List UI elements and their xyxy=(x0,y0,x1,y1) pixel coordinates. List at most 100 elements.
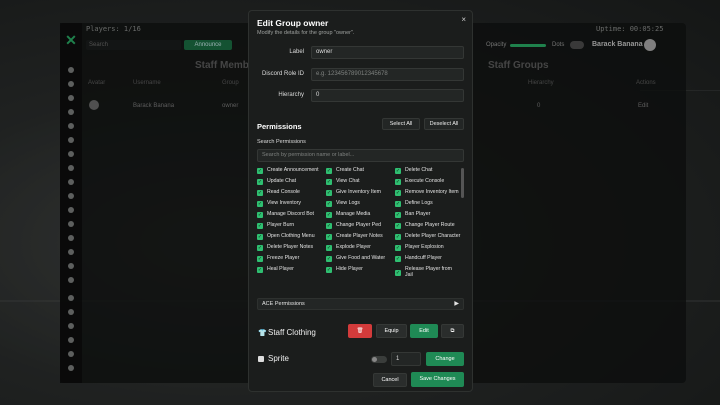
permission-label: Give Inventory Item xyxy=(336,189,381,196)
checkbox-checked-icon[interactable]: ✓ xyxy=(257,245,263,251)
permission-item[interactable]: ✓ Give Food and Water xyxy=(326,256,392,262)
permission-search-input[interactable]: Search by permission name or label... xyxy=(257,149,464,162)
ace-permissions-toggle[interactable]: ACE Permissions ▶ xyxy=(257,298,464,310)
checkbox-checked-icon[interactable]: ✓ xyxy=(395,245,401,251)
delete-clothing-button[interactable]: 🗑 xyxy=(348,324,372,338)
checkbox-checked-icon[interactable]: ✓ xyxy=(395,212,401,218)
permission-item[interactable]: ✓ Give Inventory Item xyxy=(326,190,392,196)
permission-item[interactable]: ✓ View Inventory xyxy=(257,201,323,207)
checkbox-checked-icon[interactable]: ✓ xyxy=(395,179,401,185)
hierarchy-input[interactable]: 0 xyxy=(311,89,464,102)
checkbox-checked-icon[interactable]: ✓ xyxy=(257,179,263,185)
copy-icon: ⧉ xyxy=(450,328,455,334)
checkbox-checked-icon[interactable]: ✓ xyxy=(326,190,332,196)
modal-subtitle: Modify the details for the group "owner"… xyxy=(257,30,355,36)
permission-item[interactable]: ✓ Handcuff Player xyxy=(395,256,461,262)
permission-label: Delete Chat xyxy=(405,167,433,174)
permission-item[interactable]: ✓ Manage Media xyxy=(326,212,392,218)
permission-item[interactable]: ✓ Delete Chat xyxy=(395,168,461,174)
permission-item[interactable]: ✓ Create Announcement xyxy=(257,168,323,174)
permission-item[interactable]: ✓ Heal Player xyxy=(257,267,323,273)
select-all-button[interactable]: Select All xyxy=(382,118,420,130)
permission-item[interactable]: ✓ Explode Player xyxy=(326,245,392,251)
permission-item[interactable]: ✓ Change Player Route xyxy=(395,223,461,229)
permission-label: Delete Player Notes xyxy=(267,244,314,251)
checkbox-checked-icon[interactable]: ✓ xyxy=(395,269,401,276)
copy-clothing-button[interactable]: ⧉ xyxy=(441,324,464,338)
equip-button[interactable]: Equip xyxy=(376,324,407,338)
permission-item[interactable]: ✓ Create Chat xyxy=(326,168,392,174)
checkbox-checked-icon[interactable]: ✓ xyxy=(326,245,332,251)
permission-item[interactable]: ✓ Remove Inventory Item xyxy=(395,190,461,196)
checkbox-checked-icon[interactable]: ✓ xyxy=(395,201,401,207)
save-changes-button[interactable]: Save Changes xyxy=(411,372,464,387)
permission-item[interactable]: ✓ View Chat xyxy=(326,179,392,185)
permission-item[interactable]: ✓ Read Console xyxy=(257,190,323,196)
image-icon xyxy=(258,356,264,362)
checkbox-checked-icon[interactable]: ✓ xyxy=(257,212,263,218)
checkbox-checked-icon[interactable]: ✓ xyxy=(395,168,401,174)
sprite-number-input[interactable]: 1 xyxy=(391,352,421,366)
permission-item[interactable]: ✓ Manage Discord Bot xyxy=(257,212,323,218)
checkbox-checked-icon[interactable]: ✓ xyxy=(395,190,401,196)
checkbox-checked-icon[interactable]: ✓ xyxy=(257,223,263,229)
permission-item[interactable]: ✓ Update Chat xyxy=(257,179,323,185)
checkbox-checked-icon[interactable]: ✓ xyxy=(326,267,332,273)
checkbox-checked-icon[interactable]: ✓ xyxy=(395,256,401,262)
checkbox-checked-icon[interactable]: ✓ xyxy=(395,223,401,229)
staff-clothing-label: Staff Clothing xyxy=(268,328,316,337)
permission-list-scrollbar[interactable] xyxy=(461,168,464,198)
permission-item[interactable]: ✓ Open Clothing Menu xyxy=(257,234,323,240)
permission-label: Release Player from Jail xyxy=(405,266,452,278)
permission-item[interactable]: ✓ Change Player Ped xyxy=(326,223,392,229)
sprite-toggle[interactable] xyxy=(371,356,387,363)
permission-label: Heal Player xyxy=(267,266,294,273)
checkbox-checked-icon[interactable]: ✓ xyxy=(326,256,332,262)
checkbox-checked-icon[interactable]: ✓ xyxy=(257,267,263,273)
permission-label: Update Chat xyxy=(267,178,297,185)
checkbox-checked-icon[interactable]: ✓ xyxy=(257,190,263,196)
permission-item[interactable]: ✓ Delete Player Notes xyxy=(257,245,323,251)
label-input[interactable]: owner xyxy=(311,46,464,59)
permission-label: Delete Player Character xyxy=(405,233,461,240)
permission-item[interactable]: ✓ Release Player from Jail xyxy=(395,266,461,278)
search-permissions-label: Search Permissions xyxy=(257,139,306,145)
trash-icon: 🗑 xyxy=(356,328,364,334)
permission-label: Manage Media xyxy=(336,211,371,218)
checkbox-checked-icon[interactable]: ✓ xyxy=(395,234,401,240)
permission-item[interactable]: ✓ Create Player Notes xyxy=(326,234,392,240)
deselect-all-button[interactable]: Deselect All xyxy=(424,118,464,130)
checkbox-checked-icon[interactable]: ✓ xyxy=(257,234,263,240)
permission-item[interactable]: ✓ Delete Player Character xyxy=(395,234,461,240)
permission-item[interactable]: ✓ Hide Player xyxy=(326,267,392,273)
checkbox-checked-icon[interactable]: ✓ xyxy=(326,223,332,229)
toggle-knob xyxy=(372,357,377,362)
checkbox-checked-icon[interactable]: ✓ xyxy=(257,256,263,262)
permission-label: View Logs xyxy=(336,200,360,207)
change-sprite-button[interactable]: Change xyxy=(426,352,464,366)
checkbox-checked-icon[interactable]: ✓ xyxy=(326,234,332,240)
cancel-button[interactable]: Cancel xyxy=(373,373,407,387)
permission-label: Give Food and Water xyxy=(336,255,386,262)
ace-permissions-label: ACE Permissions xyxy=(262,301,305,307)
permission-item[interactable]: ✓ Freeze Player xyxy=(257,256,323,262)
permissions-heading: Permissions xyxy=(257,122,302,131)
permission-item[interactable]: ✓ Player Explosion xyxy=(395,245,461,251)
permission-item[interactable]: ✓ Ban Player xyxy=(395,212,461,218)
close-icon[interactable]: × xyxy=(461,15,466,24)
checkbox-checked-icon[interactable]: ✓ xyxy=(326,201,332,207)
permission-label: Change Player Ped xyxy=(336,222,381,229)
permission-label: Create Announcement xyxy=(267,167,319,174)
checkbox-checked-icon[interactable]: ✓ xyxy=(326,179,332,185)
permission-item[interactable]: ✓ View Logs xyxy=(326,201,392,207)
discord-role-input[interactable]: e.g. 123456789012345678 xyxy=(311,68,464,81)
edit-clothing-button[interactable]: Edit xyxy=(410,324,438,338)
checkbox-checked-icon[interactable]: ✓ xyxy=(257,201,263,207)
checkbox-checked-icon[interactable]: ✓ xyxy=(326,168,332,174)
permission-item[interactable]: ✓ Execute Console xyxy=(395,179,461,185)
checkbox-checked-icon[interactable]: ✓ xyxy=(257,168,263,174)
checkbox-checked-icon[interactable]: ✓ xyxy=(326,212,332,218)
permission-item[interactable]: ✓ Player Burn xyxy=(257,223,323,229)
permission-label: View Chat xyxy=(336,178,360,185)
permission-item[interactable]: ✓ Define Logs xyxy=(395,201,461,207)
